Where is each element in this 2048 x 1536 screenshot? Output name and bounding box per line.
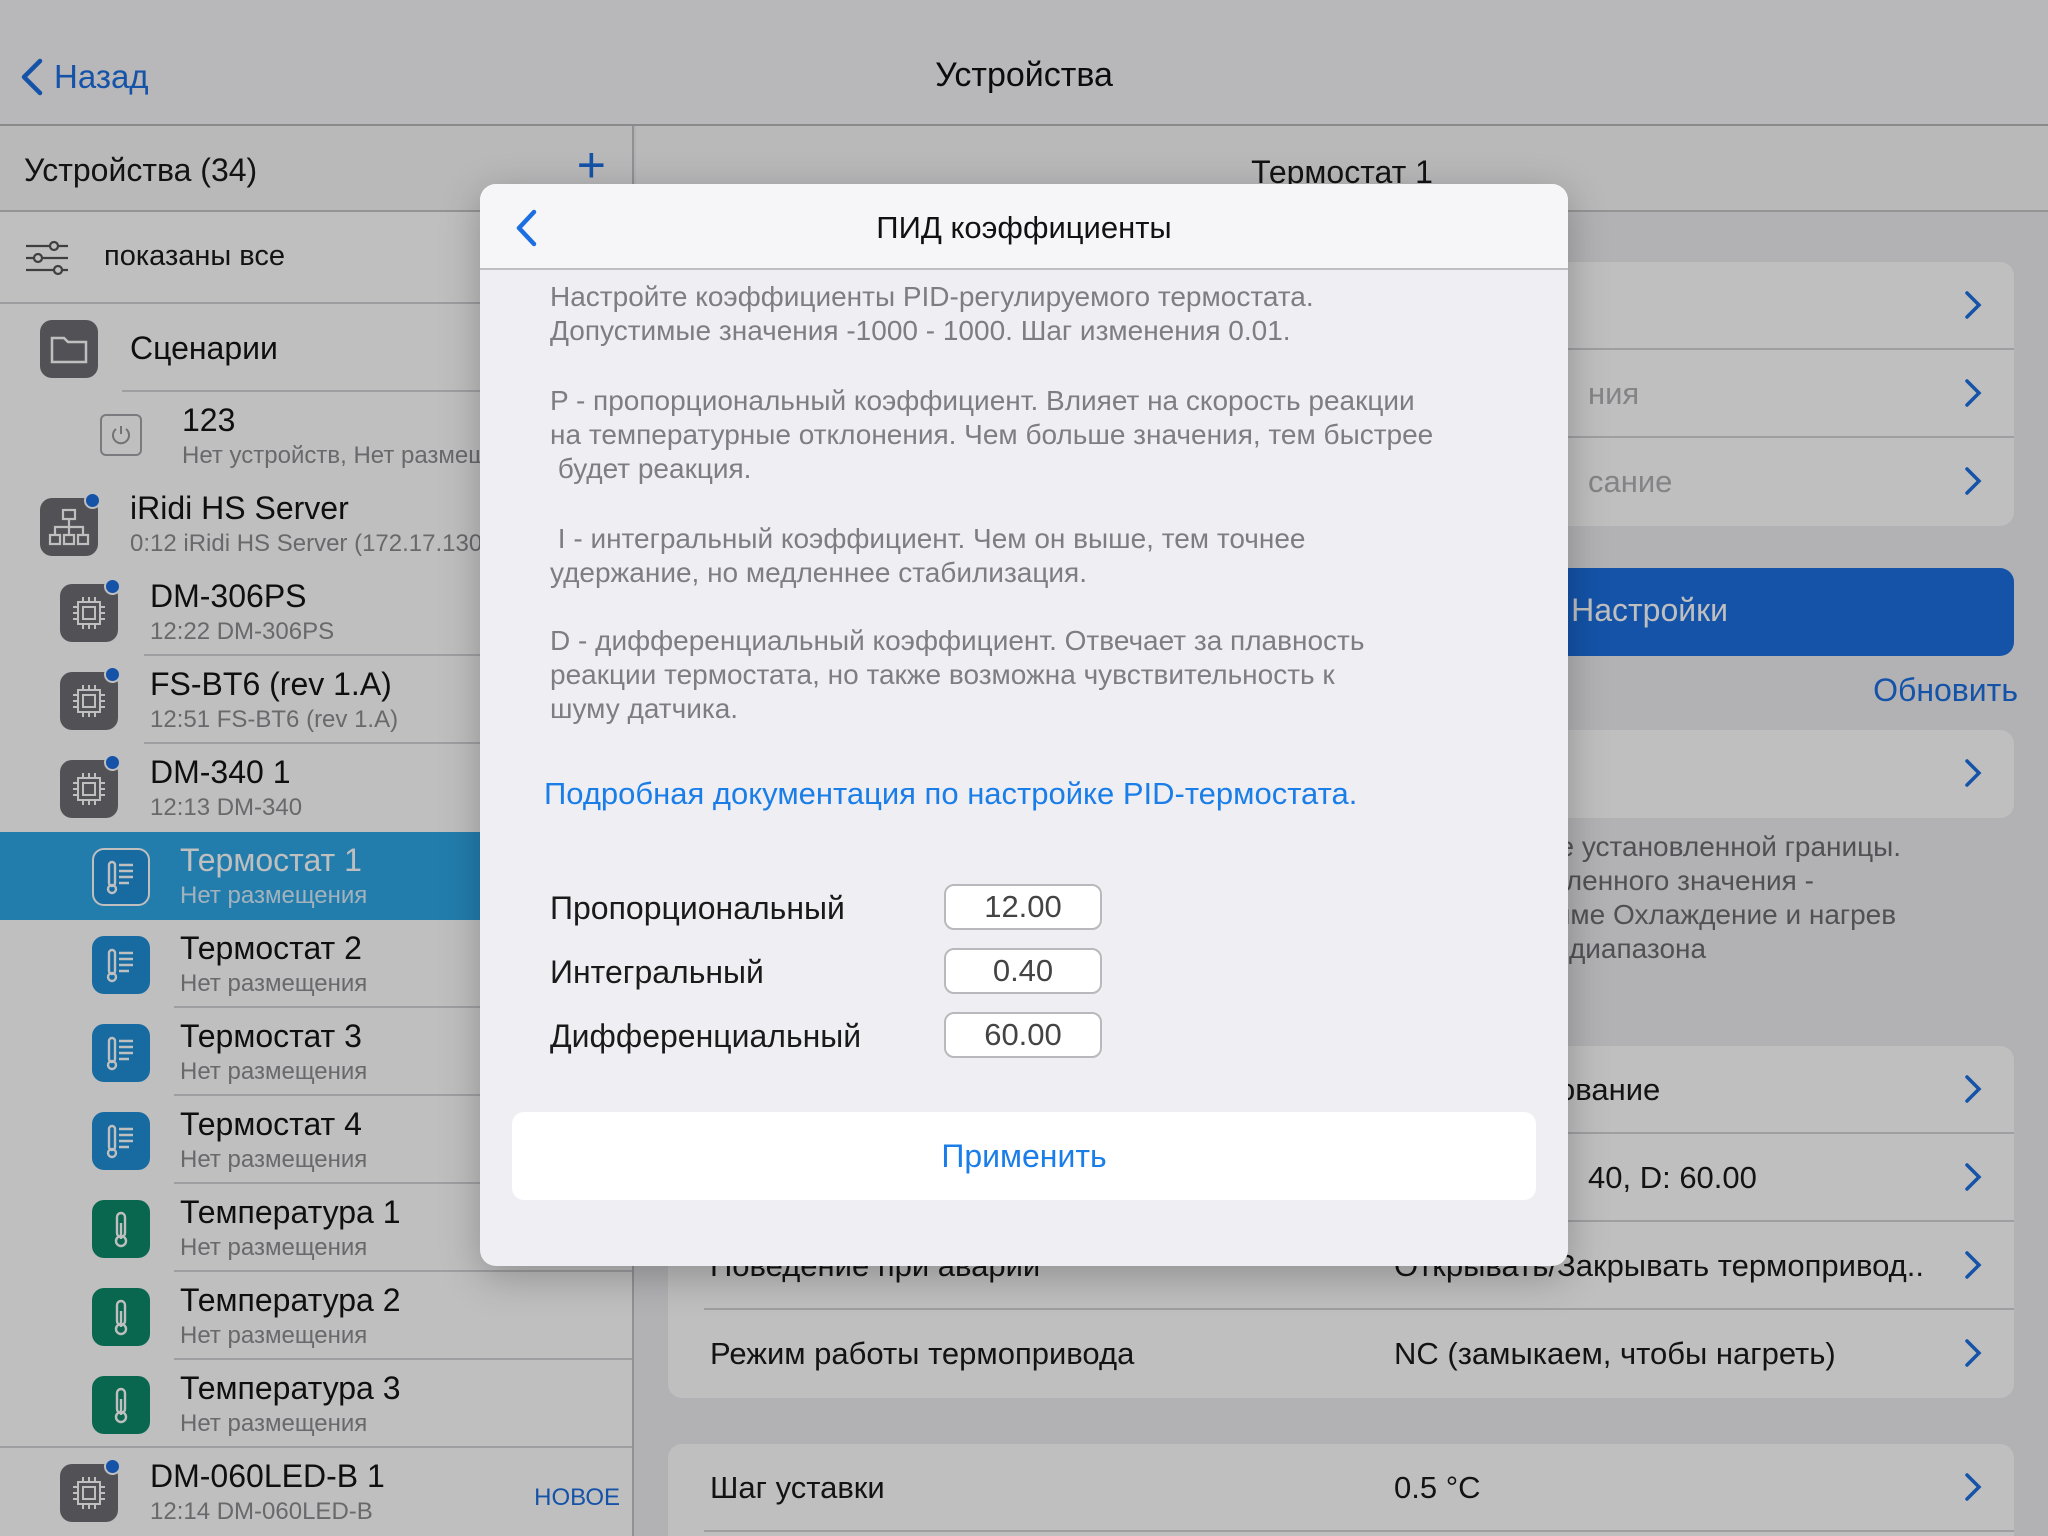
description-p: P - пропорциональный коэффициент. Влияет… xyxy=(550,385,1434,484)
i-label: Интегральный xyxy=(550,954,764,990)
d-label: Дифференциальный xyxy=(550,1018,862,1054)
i-coefficient-input[interactable]: 0.40 xyxy=(944,948,1102,994)
description-intro: Настройте коэффициенты PID-регулируемого… xyxy=(550,281,1314,346)
d-coefficient-input[interactable]: 60.00 xyxy=(944,1012,1102,1058)
documentation-link[interactable]: Подробная документация по настройке PID-… xyxy=(544,776,1357,812)
p-label: Пропорциональный xyxy=(550,890,845,926)
apply-button[interactable]: Применить xyxy=(512,1112,1536,1200)
dialog-title: ПИД коэффициенты xyxy=(876,210,1172,245)
description-i: I - интегральный коэффициент. Чем он выш… xyxy=(550,523,1306,588)
pid-coefficients-dialog: ПИД коэффициенты Настройте коэффициенты … xyxy=(480,184,1568,1266)
dialog-header: ПИД коэффициенты xyxy=(480,184,1568,270)
description-d: D - дифференциальный коэффициент. Отвеча… xyxy=(550,625,1365,724)
p-coefficient-input[interactable]: 12.00 xyxy=(944,884,1102,930)
